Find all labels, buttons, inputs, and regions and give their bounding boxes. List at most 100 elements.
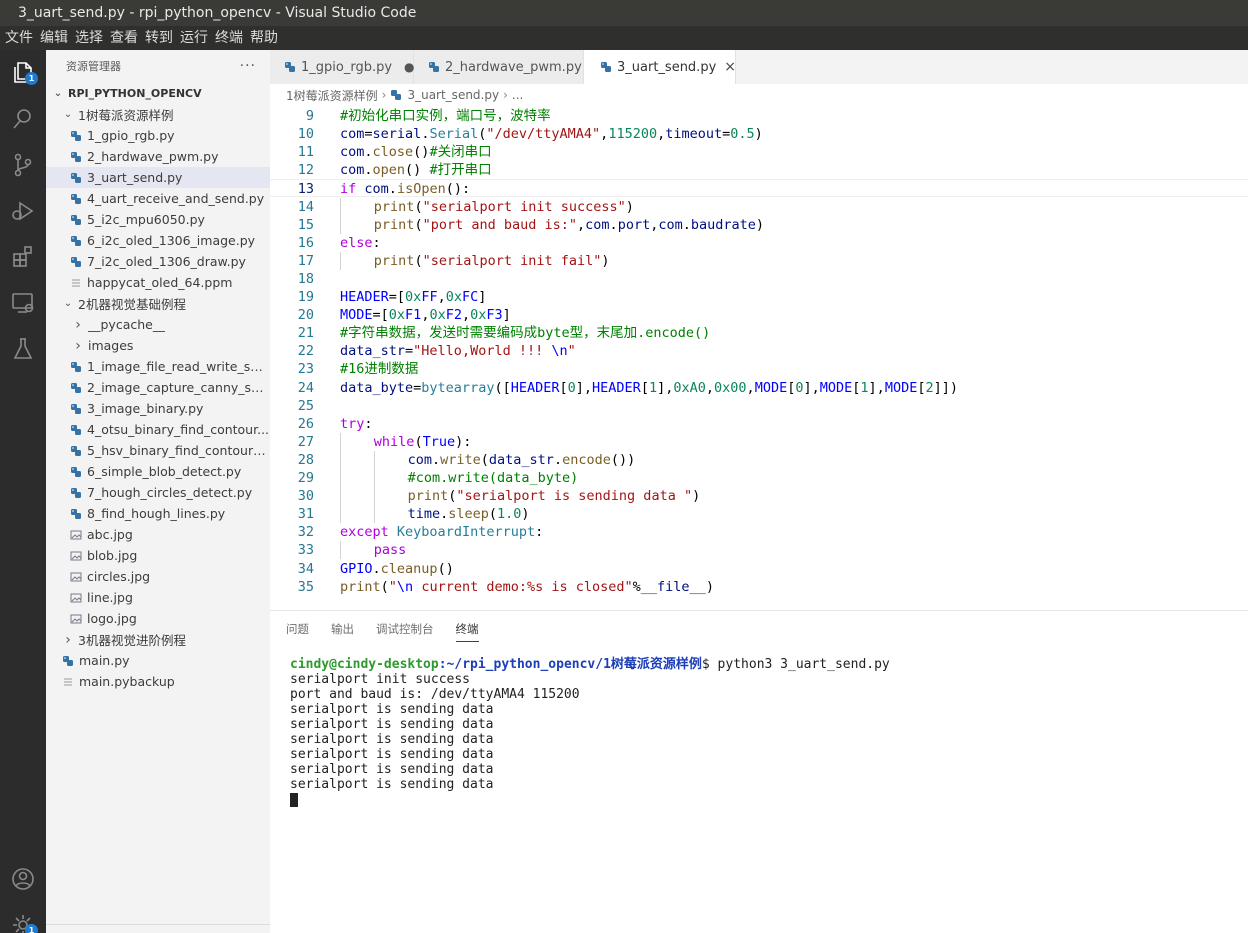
tree-item-label: 3机器视觉进阶例程 <box>78 633 186 648</box>
code-token: , <box>461 307 471 324</box>
panel-tab[interactable]: 调试控制台 <box>376 617 434 641</box>
chevron-down-icon: ⌄ <box>63 109 73 120</box>
editor-tab[interactable]: 1_gpio_rgb.py ● <box>270 50 415 84</box>
code-token: current demo:%s is closed" <box>413 578 633 595</box>
python-file-icon <box>600 61 612 73</box>
breadcrumb-file[interactable]: 3_uart_send.py <box>407 88 499 102</box>
code-line: 35 print("\n current demo:%s is closed"%_… <box>270 578 1248 596</box>
menu-item[interactable]: 查看 <box>109 26 144 50</box>
tree-file[interactable]: 5_hsv_binary_find_contours.... <box>46 440 270 461</box>
indent-guide <box>340 215 341 234</box>
code-text: print("serialport init fail") <box>374 252 610 270</box>
code-line: 20 MODE=[0xF1,0xF2,0xF3] <box>270 306 1248 324</box>
more-actions-icon[interactable]: ··· <box>240 58 256 74</box>
menu-item[interactable]: 选择 <box>74 26 109 50</box>
panel-tab[interactable]: 终端 <box>455 617 479 642</box>
code-token: [ <box>559 379 568 396</box>
workspace-root[interactable]: ⌄ RPI_PYTHON_OPENCV <box>46 82 270 104</box>
code-line: 31 time.sleep(1.0) <box>270 505 1248 524</box>
breadcrumb: 1树莓派资源样例 › 3_uart_send.py › ... <box>270 84 1248 106</box>
tree-file[interactable]: 4_uart_receive_and_send.py <box>46 188 270 209</box>
tree-file[interactable]: 3_image_binary.py <box>46 398 270 419</box>
tree-folder[interactable]: ⌄ 2机器视觉基础例程 <box>46 293 270 314</box>
tree-file[interactable]: 8_find_hough_lines.py <box>46 503 270 524</box>
extensions-icon <box>13 246 32 267</box>
account-button[interactable] <box>0 856 46 902</box>
breadcrumb-symbols[interactable]: ... <box>512 88 523 102</box>
menu-item[interactable]: 终端 <box>214 26 249 50</box>
tree-file[interactable]: abc.jpg <box>46 524 270 545</box>
code-token: ( <box>414 216 423 233</box>
source-control-button[interactable] <box>0 142 46 188</box>
extensions-button[interactable] <box>0 234 46 280</box>
indent-guide <box>373 505 375 524</box>
tree-folder[interactable]: ⌄ 1树莓派资源样例 <box>46 104 270 125</box>
code-line: 13 if com.isOpen(): <box>270 179 1248 198</box>
breadcrumb-folder[interactable]: 1树莓派资源样例 <box>286 87 378 104</box>
tree-file[interactable]: blob.jpg <box>46 545 270 566</box>
code-token: print <box>373 216 415 233</box>
explorer-button[interactable]: 1 <box>0 50 46 96</box>
settings-button[interactable]: 1 <box>0 902 46 933</box>
tree-file[interactable]: line.jpg <box>46 587 270 608</box>
code-text: if com.isOpen(): <box>340 180 470 198</box>
tree-file[interactable]: 2_hardwave_pwm.py <box>46 146 270 167</box>
tree-file[interactable]: circles.jpg <box>46 566 270 587</box>
panel-tab[interactable]: 输出 <box>331 617 354 641</box>
tree-folder[interactable]: › __pycache__ <box>46 314 270 335</box>
code-token: HEADER <box>510 379 560 396</box>
close-icon[interactable]: × <box>724 59 736 75</box>
indent-guide <box>340 505 341 524</box>
menu-item[interactable]: 运行 <box>179 26 214 50</box>
python-file-icon <box>70 193 82 205</box>
tree-file[interactable]: main.py <box>46 650 270 671</box>
terminal-prompt-line: cindy@cindy-desktop:~/rpi_python_opencv/… <box>290 657 890 672</box>
code-token: "serialport init fail" <box>422 252 602 269</box>
explorer-title: 资源管理器 <box>66 60 121 73</box>
editor-tab[interactable]: 3_uart_send.py × <box>584 50 736 84</box>
code-token: MODE <box>754 379 788 396</box>
menu-item[interactable]: 帮助 <box>249 26 284 50</box>
code-token: =[ <box>372 307 389 324</box>
tree-file[interactable]: 6_i2c_oled_1306_image.py <box>46 230 270 251</box>
code-token: ()) <box>610 451 636 468</box>
code-editor[interactable]: 9 #初始化串口实例，端口号，波特率 10 com=serial.Serial("/d… <box>270 106 1248 604</box>
tree-file[interactable]: 7_hough_circles_detect.py <box>46 482 270 503</box>
remote-explorer-button[interactable] <box>0 280 46 326</box>
code-token: () <box>413 144 430 161</box>
line-number: 22 <box>297 343 314 360</box>
tree-file[interactable]: 6_simple_blob_detect.py <box>46 461 270 482</box>
editor-tab[interactable]: 2_hardwave_pwm.py <box>414 50 584 84</box>
code-token: while <box>373 433 415 450</box>
search-button[interactable] <box>0 96 46 142</box>
tree-file[interactable]: 1_gpio_rgb.py <box>46 125 270 146</box>
tree-item-label: main.py <box>79 653 130 668</box>
code-line: 24 data_byte=bytearray([HEADER[0],HEADER[… <box>270 379 1248 397</box>
tree-file[interactable]: 3_uart_send.py <box>46 167 270 188</box>
image-file-icon <box>70 550 82 562</box>
code-token: 0x00 <box>714 379 747 396</box>
tree-file[interactable]: 7_i2c_oled_1306_draw.py <box>46 251 270 272</box>
tree-file[interactable]: happycat_oled_64.ppm <box>46 272 270 293</box>
run-debug-button[interactable] <box>0 188 46 234</box>
testing-button[interactable] <box>0 326 46 372</box>
terminal-cursor <box>290 793 298 807</box>
tree-file[interactable]: 4_otsu_binary_find_contour... <box>46 419 270 440</box>
terminal[interactable]: cindy@cindy-desktop:~/rpi_python_opencv/… <box>290 657 890 807</box>
tree-folder[interactable]: › 3机器视觉进阶例程 <box>46 629 270 650</box>
menu-item[interactable]: 转到 <box>144 26 179 50</box>
code-token: ) <box>705 578 714 595</box>
tree-file[interactable]: 2_image_capture_canny_sh... <box>46 377 270 398</box>
tree-file[interactable]: main.pybackup <box>46 671 270 692</box>
menu-item[interactable]: 文件 <box>4 26 39 50</box>
modified-dot-icon[interactable]: ● <box>404 60 414 74</box>
tab-label: 1_gpio_rgb.py <box>301 59 393 75</box>
panel-tab[interactable]: 问题 <box>286 617 309 641</box>
menu-item[interactable]: 编辑 <box>39 26 74 50</box>
tree-file[interactable]: 1_image_file_read_write_spl... <box>46 356 270 377</box>
tree-file[interactable]: logo.jpg <box>46 608 270 629</box>
code-token: com <box>407 451 432 468</box>
tree-file[interactable]: 5_i2c_mpu6050.py <box>46 209 270 230</box>
tree-folder[interactable]: › images <box>46 335 270 356</box>
prompt-path: :~/rpi_python_opencv/1树莓派资源样例 <box>438 657 702 672</box>
